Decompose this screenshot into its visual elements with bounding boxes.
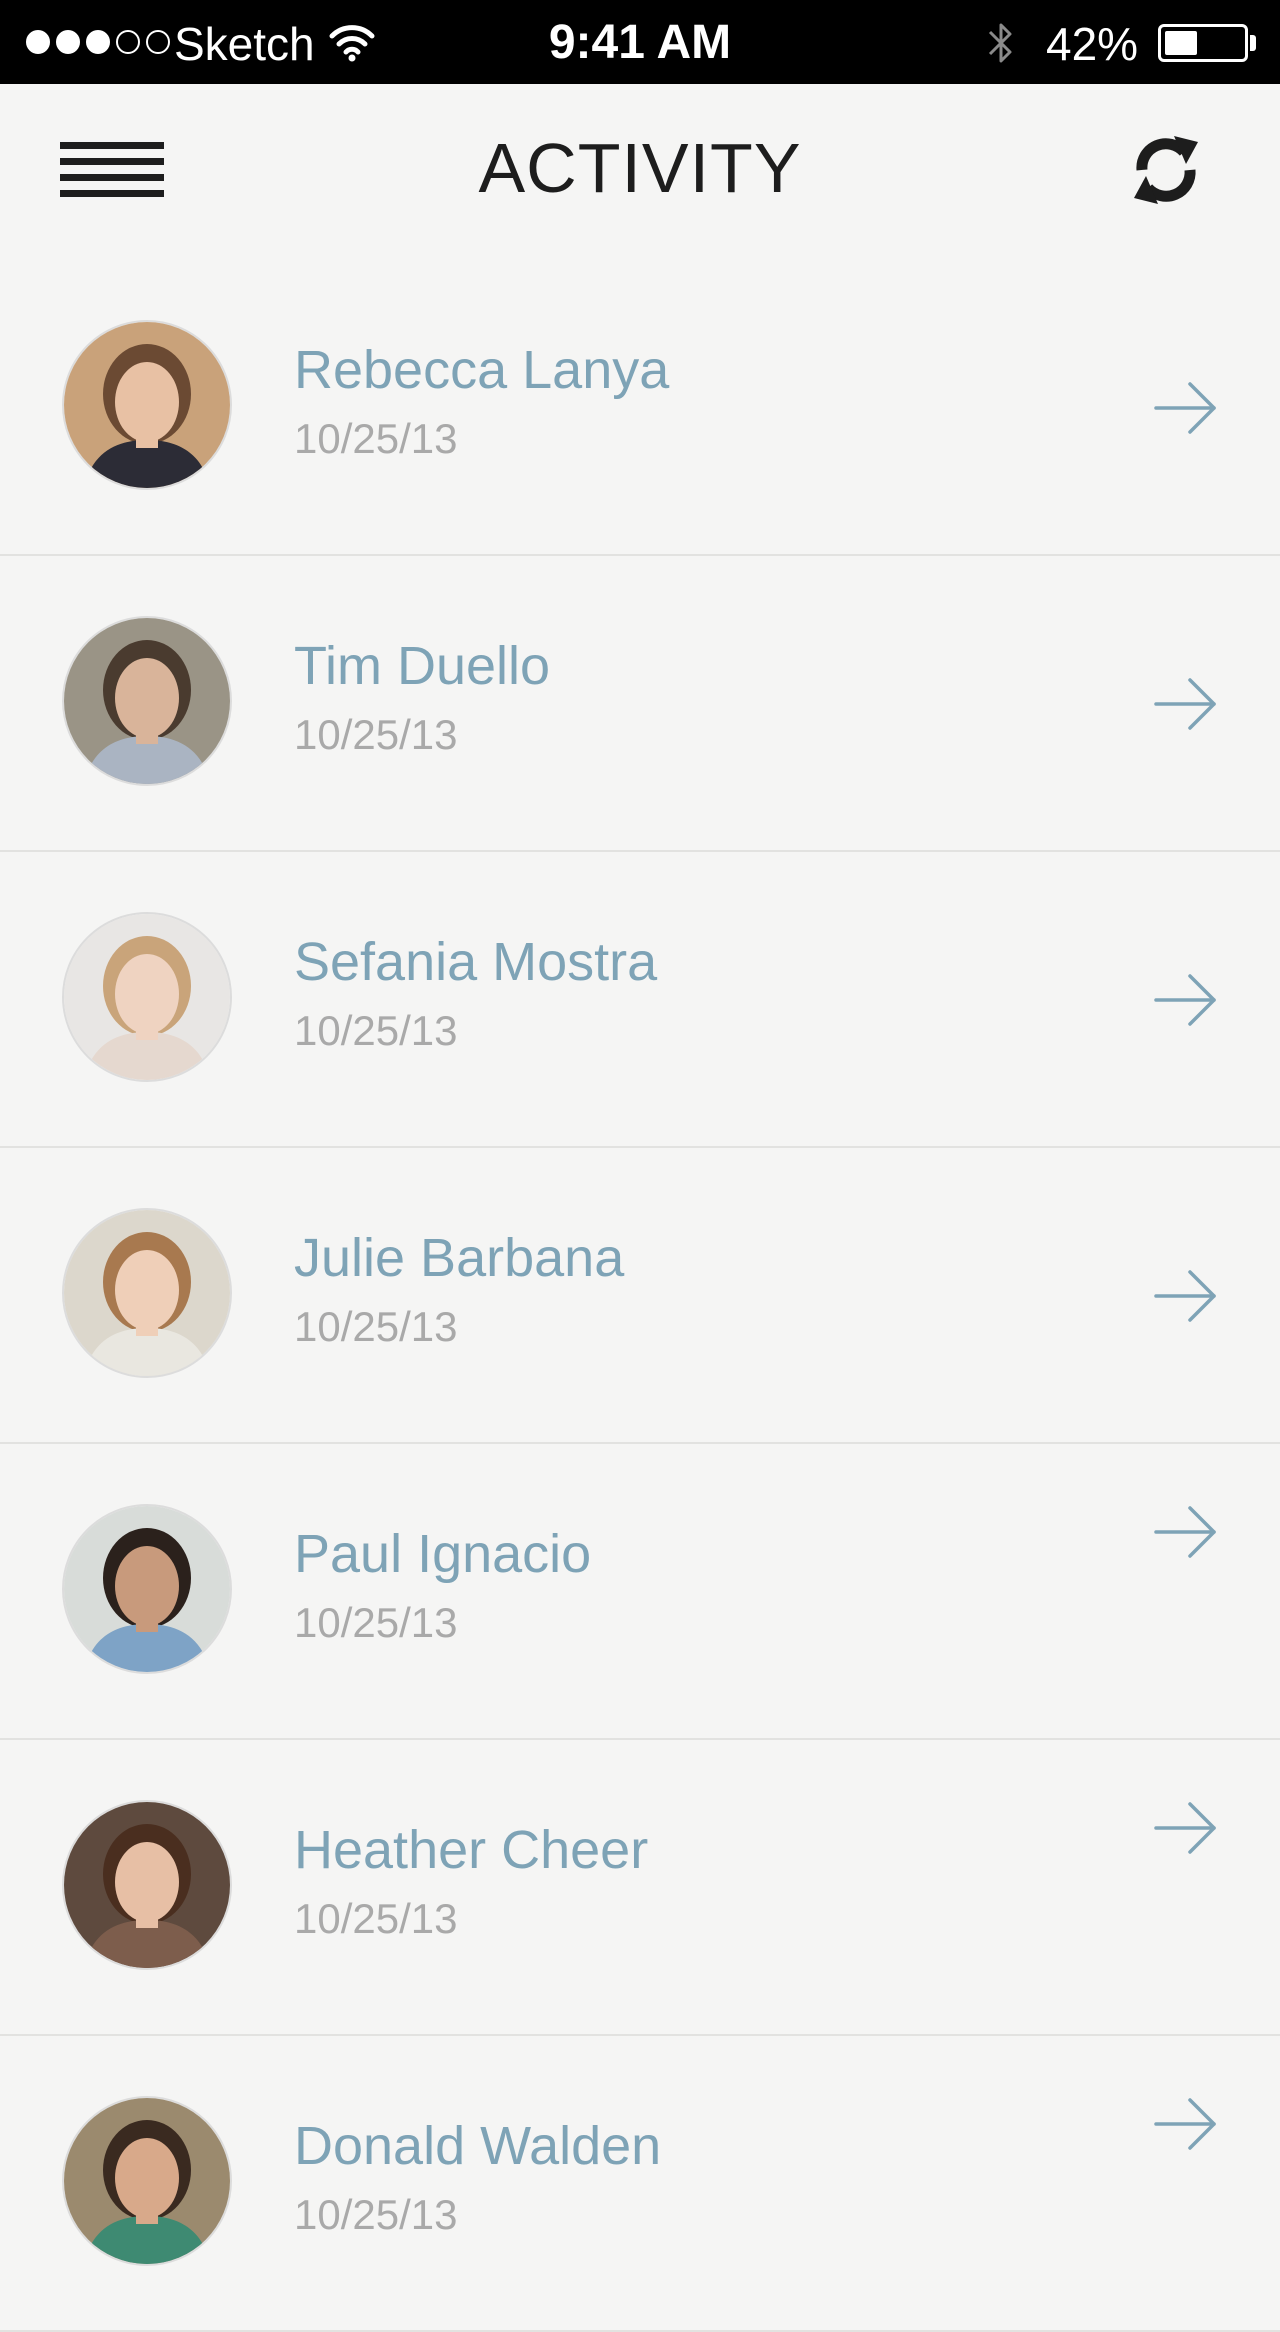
avatar <box>62 1208 232 1378</box>
avatar <box>62 1504 232 1674</box>
contact-name: Heather Cheer <box>294 1820 649 1880</box>
list-item[interactable]: Paul Ignacio 10/25/13 <box>0 1444 1280 1740</box>
battery-percent: 42% <box>1046 18 1139 70</box>
arrow-right-icon[interactable] <box>1152 1502 1220 1562</box>
contact-name: Donald Walden <box>294 2116 662 2176</box>
contact-name: Sefania Mostra <box>294 932 658 992</box>
contact-name: Tim Duello <box>294 636 551 696</box>
activity-date: 10/25/13 <box>294 1303 458 1350</box>
avatar <box>62 2096 232 2266</box>
arrow-right-icon[interactable] <box>1152 378 1220 438</box>
arrow-right-icon[interactable] <box>1152 1798 1220 1858</box>
list-item[interactable]: Heather Cheer 10/25/13 <box>0 1740 1280 2036</box>
activity-list: Rebecca Lanya 10/25/13 Tim Duello 10/25/13 S… <box>0 260 1280 2332</box>
status-bar: Sketch 9:41 AM 42% <box>0 0 1280 84</box>
activity-date: 10/25/13 <box>294 1007 458 1054</box>
contact-name: Rebecca Lanya <box>294 340 670 400</box>
list-item[interactable]: Rebecca Lanya 10/25/13 <box>0 260 1280 556</box>
activity-date: 10/25/13 <box>294 415 458 462</box>
arrow-right-icon[interactable] <box>1152 674 1220 734</box>
battery-level <box>1165 31 1197 55</box>
list-item[interactable]: Tim Duello 10/25/13 <box>0 556 1280 852</box>
contact-name: Paul Ignacio <box>294 1524 592 1584</box>
battery-nub <box>1250 35 1256 51</box>
navigation-bar: ACTIVITY <box>0 84 1280 260</box>
refresh-icon[interactable] <box>1128 124 1204 216</box>
arrow-right-icon[interactable] <box>1152 2094 1220 2154</box>
activity-date: 10/25/13 <box>294 1895 458 1942</box>
avatar <box>62 320 232 490</box>
activity-date: 10/25/13 <box>294 711 458 758</box>
list-item[interactable]: Sefania Mostra 10/25/13 <box>0 852 1280 1148</box>
avatar <box>62 912 232 1082</box>
battery-icon <box>1158 24 1248 62</box>
contact-name: Julie Barbana <box>294 1228 625 1288</box>
page-title: ACTIVITY <box>478 129 802 207</box>
list-item[interactable]: Donald Walden 10/25/13 <box>0 2036 1280 2332</box>
list-item[interactable]: Julie Barbana 10/25/13 <box>0 1148 1280 1444</box>
arrow-right-icon[interactable] <box>1152 1266 1220 1326</box>
arrow-right-icon[interactable] <box>1152 970 1220 1030</box>
avatar <box>62 1800 232 1970</box>
avatar <box>62 616 232 786</box>
activity-date: 10/25/13 <box>294 2191 458 2238</box>
bluetooth-icon <box>988 23 1012 63</box>
activity-date: 10/25/13 <box>294 1599 458 1646</box>
